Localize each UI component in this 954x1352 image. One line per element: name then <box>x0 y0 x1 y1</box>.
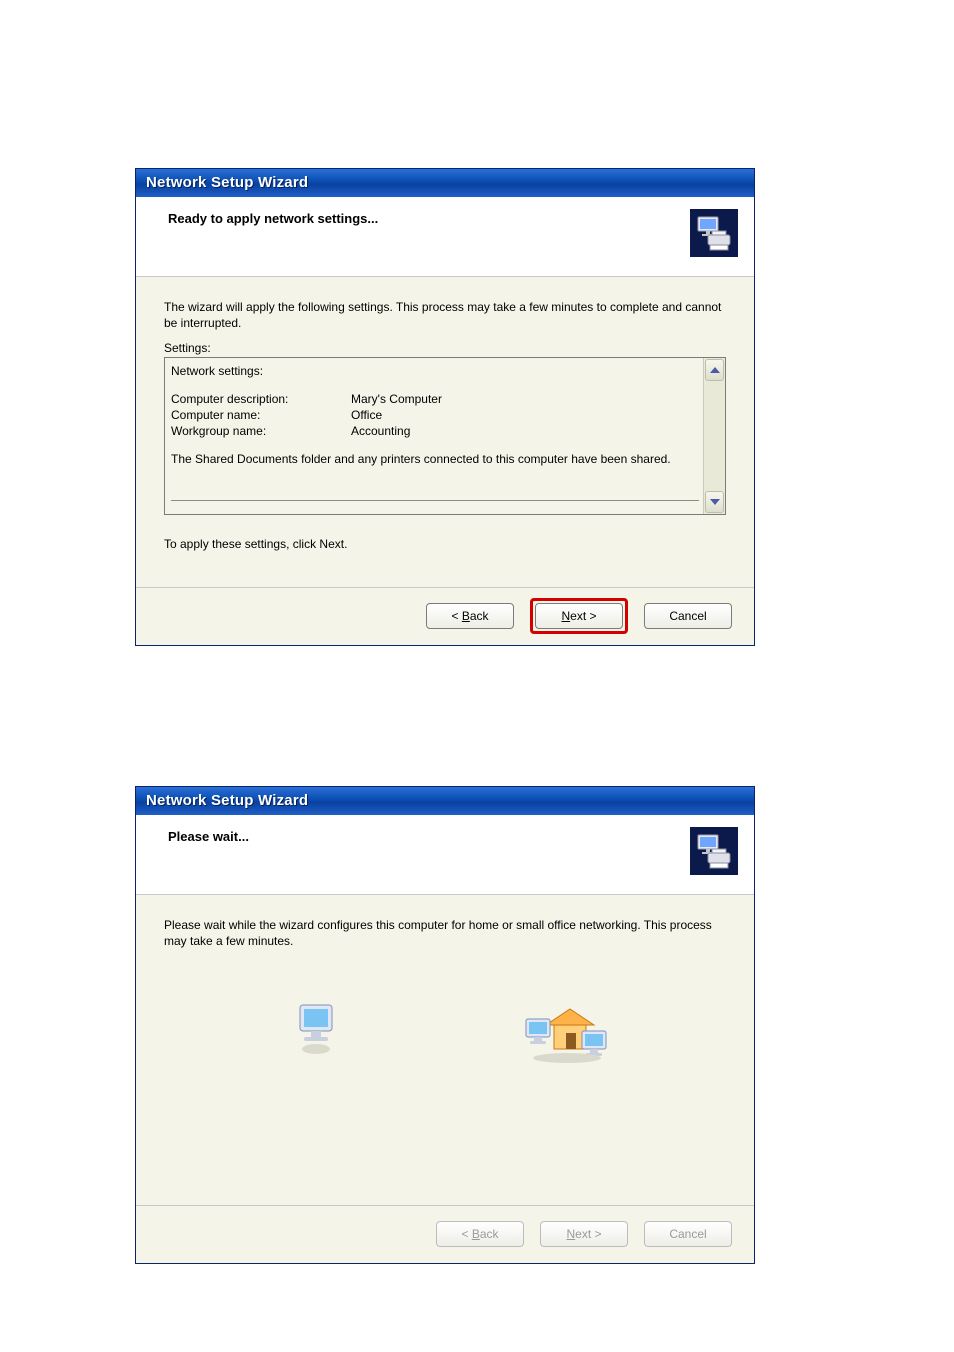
network-printer-icon <box>690 827 738 875</box>
wizard-heading: Please wait... <box>168 829 730 844</box>
cancel-button: Cancel <box>644 1221 732 1247</box>
title-text: Network Setup Wizard <box>146 174 308 191</box>
cancel-label: Cancel <box>669 609 706 623</box>
network-home-icon <box>524 1003 610 1063</box>
apply-hint: To apply these settings, click Next. <box>164 537 726 551</box>
wizard-header: Please wait... <box>136 815 754 895</box>
wizard-footer: < Back Next > Cancel <box>136 587 754 643</box>
network-setup-wizard-please-wait: Network Setup Wizard Please wait... Plea… <box>135 786 755 1264</box>
next-label: ext > <box>575 1227 601 1241</box>
back-prefix: < <box>461 1227 471 1241</box>
setting-row-computer-description: Computer description: Mary's Computer <box>171 392 699 406</box>
cancel-button[interactable]: Cancel <box>644 603 732 629</box>
back-button[interactable]: < Back <box>426 603 514 629</box>
next-button: Next > <box>540 1221 628 1247</box>
titlebar[interactable]: Network Setup Wizard <box>136 169 754 197</box>
progress-animation-area <box>164 959 726 1119</box>
network-printer-icon <box>690 209 738 257</box>
settings-section-title: Network settings: <box>171 364 699 378</box>
computer-icon <box>294 1003 338 1055</box>
wizard-body: Please wait while the wizard configures … <box>136 895 754 1205</box>
intro-text: The wizard will apply the following sett… <box>164 299 726 331</box>
cancel-label: Cancel <box>669 1227 706 1241</box>
setting-key: Computer name: <box>171 408 351 422</box>
wizard-footer: < Back Next > Cancel <box>136 1205 754 1261</box>
setting-key: Computer description: <box>171 392 351 406</box>
scrollbar[interactable] <box>703 358 725 514</box>
chevron-down-icon <box>710 499 720 505</box>
wizard-body: The wizard will apply the following sett… <box>136 277 754 587</box>
setting-value: Mary's Computer <box>351 392 442 406</box>
sharing-note: The Shared Documents folder and any prin… <box>171 452 699 466</box>
chevron-up-icon <box>710 367 720 373</box>
back-button: < Back <box>436 1221 524 1247</box>
setting-value: Accounting <box>351 424 410 438</box>
setting-value: Office <box>351 408 382 422</box>
back-prefix: < <box>451 609 461 623</box>
separator <box>171 500 699 501</box>
back-label: ack <box>470 609 489 623</box>
setting-row-computer-name: Computer name: Office <box>171 408 699 422</box>
settings-label: Settings: <box>164 341 726 355</box>
intro-text: Please wait while the wizard configures … <box>164 917 726 949</box>
next-label: ext > <box>570 609 596 623</box>
setting-row-workgroup-name: Workgroup name: Accounting <box>171 424 699 438</box>
wizard-header: Ready to apply network settings... <box>136 197 754 277</box>
setting-key: Workgroup name: <box>171 424 351 438</box>
next-button-highlight: Next > <box>530 598 628 634</box>
back-label: ack <box>480 1227 499 1241</box>
wizard-heading: Ready to apply network settings... <box>168 211 730 226</box>
titlebar[interactable]: Network Setup Wizard <box>136 787 754 815</box>
scroll-down-button[interactable] <box>705 491 724 513</box>
title-text: Network Setup Wizard <box>146 792 308 809</box>
settings-summary-box: Network settings: Computer description: … <box>164 357 726 515</box>
network-setup-wizard-ready: Network Setup Wizard Ready to apply netw… <box>135 168 755 646</box>
scroll-up-button[interactable] <box>705 359 724 381</box>
next-button[interactable]: Next > <box>535 603 623 629</box>
